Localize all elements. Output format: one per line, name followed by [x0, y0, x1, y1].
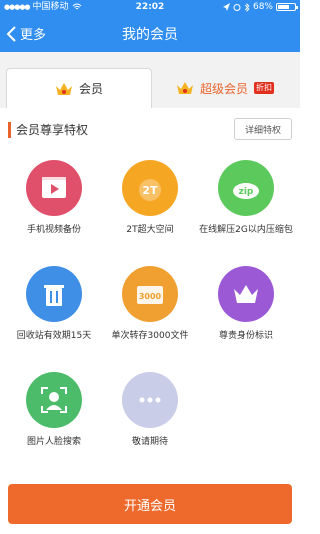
feature-recycle-bin[interactable]: 回收站有效期15天	[6, 266, 102, 343]
crown-icon	[176, 82, 193, 94]
feature-label: 尊贵身份标识	[218, 331, 273, 341]
feature-label: 图片人脸搜索	[26, 437, 81, 447]
face-scan-icon	[26, 372, 82, 428]
detail-privileges-button[interactable]: 详细特权	[234, 118, 292, 140]
2t-medal-icon: 2T	[122, 160, 178, 216]
feature-label: 手机视频备份	[26, 225, 81, 235]
zip-text: zip	[239, 187, 254, 197]
sale-badge: 折扣	[254, 82, 274, 94]
battery-fill	[278, 5, 289, 9]
tab-super-member[interactable]: 超级会员 折扣	[152, 68, 298, 108]
tab-super-label: 超级会员	[199, 81, 248, 96]
tab-member-label: 会员	[78, 82, 103, 96]
feature-video-backup[interactable]: 手机视频备份	[6, 160, 102, 237]
medal-text: 2T	[142, 184, 158, 197]
folder-3000-icon: 3000	[122, 266, 178, 322]
bluetooth-icon	[244, 2, 250, 12]
folder-text: 3000	[139, 292, 162, 301]
feature-label: 敬请期待	[131, 437, 168, 447]
feature-label: 在线解压2G以内压缩包	[199, 225, 293, 235]
zip-cloud-icon: zip	[218, 160, 274, 216]
open-membership-button[interactable]: 开通会员	[8, 484, 292, 524]
feature-vip-badge[interactable]: 尊贵身份标识	[198, 266, 294, 343]
battery-percent: 68%	[252, 2, 273, 12]
top-bar: ●●●●● 中国移动 22:02 68% 更多 我的会员	[0, 0, 300, 52]
feature-coming-soon: 敬请期待	[102, 372, 198, 449]
feature-face-search[interactable]: 图片人脸搜索	[6, 372, 102, 449]
feature-label: 单次转存3000文件	[111, 331, 189, 341]
page-title: 我的会员	[122, 27, 178, 43]
status-right: 68%	[222, 0, 298, 14]
crown-icon	[55, 82, 72, 95]
status-bar: ●●●●● 中国移动 22:02 68%	[0, 0, 300, 14]
tab-bar: 会员 超级会员 折扣	[0, 52, 300, 108]
feature-label: 回收站有效期15天	[16, 331, 92, 341]
section-accent-bar	[8, 122, 11, 138]
section-title: 会员尊享特权	[16, 123, 89, 137]
tab-member[interactable]: 会员	[6, 68, 152, 108]
video-icon	[26, 160, 82, 216]
feature-zip-extract[interactable]: zip 在线解压2G以内压缩包	[198, 160, 294, 237]
battery-icon	[276, 3, 298, 11]
alarm-icon	[233, 4, 241, 11]
nav-bar: 更多 我的会员	[0, 18, 300, 50]
feature-2t-space[interactable]: 2T 2T超大空间	[102, 160, 198, 237]
location-icon	[222, 3, 230, 11]
feature-label: 2T超大空间	[126, 225, 174, 235]
crown-icon	[218, 266, 274, 322]
feature-bulk-transfer[interactable]: 3000 单次转存3000文件	[102, 266, 198, 343]
section-header: 会员尊享特权 详细特权	[0, 108, 300, 152]
trash-icon	[26, 266, 82, 322]
more-dots-icon	[122, 372, 178, 428]
